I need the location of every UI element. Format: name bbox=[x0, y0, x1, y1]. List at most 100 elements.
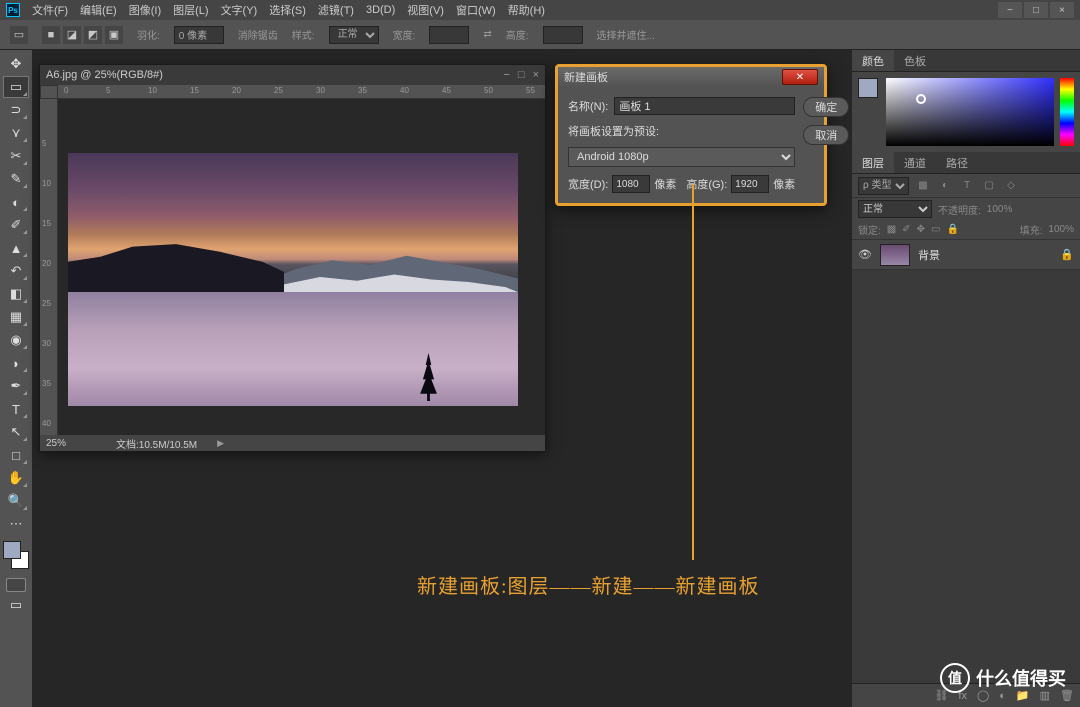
lock-all-icon[interactable]: 🔒 bbox=[946, 224, 958, 235]
pen-tool[interactable]: ✒ bbox=[4, 376, 28, 396]
path-select-tool[interactable]: ↖ bbox=[4, 422, 28, 442]
dialog-width-input[interactable] bbox=[612, 175, 650, 193]
layer-filter-select[interactable]: ρ 类型 bbox=[858, 177, 909, 195]
intersect-selection-icon[interactable]: ▣ bbox=[105, 26, 123, 44]
menu-file[interactable]: 文件(F) bbox=[32, 2, 68, 18]
close-button[interactable]: × bbox=[1050, 2, 1074, 18]
canvas-content[interactable] bbox=[58, 99, 545, 435]
new-artboard-dialog: 新建画板 ✕ 名称(N): 将画板设置为预设: Android 1080p 宽度 bbox=[555, 64, 827, 206]
shape-tool[interactable]: □ bbox=[4, 445, 28, 465]
opacity-value[interactable]: 100% bbox=[987, 204, 1013, 215]
move-tool[interactable]: ✥ bbox=[4, 54, 28, 74]
status-chevron-icon[interactable]: ▶ bbox=[217, 438, 224, 449]
quick-mask-button[interactable] bbox=[6, 578, 26, 592]
blend-mode-select[interactable]: 正常 bbox=[858, 200, 932, 218]
lock-pixels-icon[interactable]: ✐ bbox=[902, 224, 910, 235]
layer-thumbnail[interactable] bbox=[880, 244, 910, 266]
document-title: A6.jpg @ 25%(RGB/8#) bbox=[46, 69, 163, 81]
dodge-tool[interactable]: ◗ bbox=[4, 353, 28, 373]
hue-slider[interactable] bbox=[1060, 78, 1074, 146]
healing-tool[interactable]: ◐ bbox=[4, 192, 28, 212]
color-field[interactable] bbox=[886, 78, 1054, 146]
watermark-badge: 值 bbox=[940, 663, 970, 693]
ruler-corner bbox=[40, 85, 58, 99]
document-window: A6.jpg @ 25%(RGB/8#) − □ × 0 5 10 15 20 … bbox=[39, 64, 546, 452]
hand-tool[interactable]: ✋ bbox=[4, 468, 28, 488]
filter-adjust-icon[interactable]: ◐ bbox=[937, 180, 953, 191]
menu-view[interactable]: 视图(V) bbox=[407, 2, 444, 18]
screen-mode-button[interactable]: ▭ bbox=[4, 595, 28, 615]
menu-3d[interactable]: 3D(D) bbox=[366, 4, 395, 16]
doc-minimize-icon[interactable]: − bbox=[503, 69, 509, 81]
cancel-button[interactable]: 取消 bbox=[803, 125, 849, 145]
ok-button[interactable]: 确定 bbox=[803, 97, 849, 117]
filter-type-icon[interactable]: T bbox=[959, 180, 975, 191]
zoom-tool[interactable]: 🔍 bbox=[4, 491, 28, 511]
edit-toolbar[interactable]: ⋯ bbox=[4, 514, 28, 534]
dialog-height-input[interactable] bbox=[731, 175, 769, 193]
visibility-icon[interactable]: 👁 bbox=[858, 248, 872, 261]
marquee-tool-icon[interactable]: ▭ bbox=[10, 26, 28, 44]
menu-window[interactable]: 窗口(W) bbox=[456, 2, 496, 18]
lock-transparency-icon[interactable]: ▩ bbox=[887, 224, 896, 235]
filter-smart-icon[interactable]: ◇ bbox=[1003, 180, 1019, 191]
name-input[interactable] bbox=[614, 97, 795, 115]
minimize-button[interactable]: − bbox=[998, 2, 1022, 18]
eyedropper-tool[interactable]: ✎ bbox=[4, 169, 28, 189]
width-input[interactable] bbox=[429, 26, 469, 44]
color-preview[interactable] bbox=[858, 78, 878, 98]
new-selection-icon[interactable]: ■ bbox=[42, 26, 60, 44]
menu-layer[interactable]: 图层(L) bbox=[173, 2, 208, 18]
menu-help[interactable]: 帮助(H) bbox=[508, 2, 545, 18]
zoom-level[interactable]: 25% bbox=[46, 438, 96, 449]
lock-icon[interactable]: 🔒 bbox=[1060, 248, 1074, 261]
blur-tool[interactable]: ◉ bbox=[4, 330, 28, 350]
swap-icon[interactable]: ⇄ bbox=[483, 29, 491, 40]
stamp-tool[interactable]: ▲ bbox=[4, 238, 28, 258]
filter-shape-icon[interactable]: ▢ bbox=[981, 180, 997, 191]
menu-select[interactable]: 选择(S) bbox=[269, 2, 306, 18]
channels-tab[interactable]: 通道 bbox=[894, 152, 936, 173]
options-bar: ▭ ■ ◪ ◩ ▣ 羽化: 消除锯齿 样式: 正常 宽度: ⇄ 高度: 选择并遮… bbox=[0, 20, 1080, 50]
doc-maximize-icon[interactable]: □ bbox=[518, 69, 525, 81]
layer-name[interactable]: 背景 bbox=[918, 247, 940, 263]
fill-label: 填充: bbox=[1020, 222, 1043, 237]
feather-input[interactable] bbox=[174, 26, 224, 44]
crop-tool[interactable]: ✂ bbox=[4, 146, 28, 166]
brush-tool[interactable]: ✐ bbox=[4, 215, 28, 235]
dialog-width-unit: 像素 bbox=[654, 176, 676, 192]
color-swatches[interactable] bbox=[3, 541, 29, 569]
filter-image-icon[interactable]: ▩ bbox=[915, 180, 931, 191]
layers-tab[interactable]: 图层 bbox=[852, 152, 894, 173]
menu-edit[interactable]: 编辑(E) bbox=[80, 2, 117, 18]
menu-image[interactable]: 图像(I) bbox=[129, 2, 161, 18]
eraser-tool[interactable]: ◧ bbox=[4, 284, 28, 304]
menu-type[interactable]: 文字(Y) bbox=[221, 2, 258, 18]
style-select[interactable]: 正常 bbox=[329, 26, 379, 44]
menu-filter[interactable]: 滤镜(T) bbox=[318, 2, 354, 18]
height-input[interactable] bbox=[543, 26, 583, 44]
lock-artboard-icon[interactable]: ▭ bbox=[931, 224, 940, 235]
history-brush-tool[interactable]: ↶ bbox=[4, 261, 28, 281]
add-selection-icon[interactable]: ◪ bbox=[63, 26, 81, 44]
paths-tab[interactable]: 路径 bbox=[936, 152, 978, 173]
doc-close-icon[interactable]: × bbox=[533, 69, 539, 81]
preset-select[interactable]: Android 1080p bbox=[568, 147, 795, 167]
foreground-color[interactable] bbox=[3, 541, 21, 559]
marquee-tool[interactable]: ▭ bbox=[4, 77, 28, 97]
color-tab[interactable]: 颜色 bbox=[852, 50, 894, 71]
subtract-selection-icon[interactable]: ◩ bbox=[84, 26, 102, 44]
maximize-button[interactable]: □ bbox=[1024, 2, 1048, 18]
swatches-tab[interactable]: 色板 bbox=[894, 50, 936, 71]
fill-value[interactable]: 100% bbox=[1048, 224, 1074, 235]
dialog-titlebar[interactable]: 新建画板 ✕ bbox=[558, 67, 824, 87]
type-tool[interactable]: T bbox=[4, 399, 28, 419]
dialog-close-button[interactable]: ✕ bbox=[782, 69, 818, 85]
magic-wand-tool[interactable]: ⋎ bbox=[4, 123, 28, 143]
layer-row[interactable]: 👁 背景 🔒 bbox=[852, 240, 1080, 270]
gradient-tool[interactable]: ▦ bbox=[4, 307, 28, 327]
lasso-tool[interactable]: ⊃ bbox=[4, 100, 28, 120]
document-titlebar[interactable]: A6.jpg @ 25%(RGB/8#) − □ × bbox=[40, 65, 545, 85]
lock-position-icon[interactable]: ✥ bbox=[917, 224, 925, 235]
refine-button[interactable]: 选择并遮住... bbox=[597, 27, 655, 42]
